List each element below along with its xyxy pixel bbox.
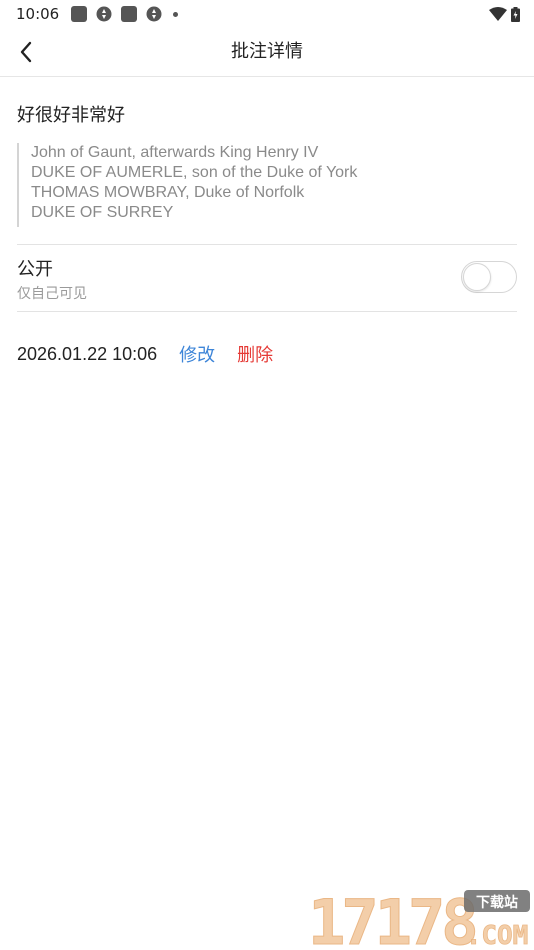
- public-label: 公开: [17, 259, 53, 280]
- notification-sync-icon: [96, 6, 112, 22]
- divider: [17, 311, 517, 312]
- 17178-watermark-logo: 17178 下载站 .COM: [308, 888, 530, 948]
- battery-charging-icon: [511, 6, 520, 22]
- page-title: 批注详情: [231, 41, 303, 62]
- more-notifications-dot-icon: [173, 11, 179, 17]
- private-hint: 仅自己可见: [17, 286, 87, 302]
- status-bar: 10:06: [0, 0, 534, 28]
- notification-sync-icon-2: [146, 6, 162, 22]
- quote-line: DUKE OF SURREY: [31, 204, 174, 221]
- svg-text:下载站: 下载站: [476, 894, 518, 911]
- toggle-knob: [463, 263, 491, 291]
- annotation-datetime: 2026.01.22 10:06: [17, 343, 158, 364]
- nav-bar: 批注详情: [0, 28, 534, 77]
- quote-line: John of Gaunt, afterwards King Henry IV: [31, 144, 319, 161]
- status-time: 10:06: [16, 5, 60, 23]
- wifi-icon: [489, 7, 507, 21]
- notification-app-icon-2: [121, 6, 138, 22]
- delete-button[interactable]: 删除: [237, 341, 273, 367]
- visibility-row: 公开 仅自己可见: [17, 245, 517, 311]
- meta-row: 2026.01.22 10:06 修改 删除: [17, 341, 273, 367]
- quote-line: THOMAS MOWBRAY, Duke of Norfolk: [31, 184, 305, 201]
- edit-button[interactable]: 修改: [179, 341, 215, 367]
- quote-line: DUKE OF AUMERLE, son of the Duke of York: [31, 164, 358, 181]
- quoted-text-block: John of Gaunt, afterwards King Henry IV …: [17, 143, 517, 227]
- svg-text:17178: 17178: [308, 888, 475, 948]
- svg-text:.COM: .COM: [466, 921, 529, 948]
- public-toggle[interactable]: [461, 261, 517, 293]
- notification-app-icon: [71, 6, 88, 22]
- annotation-note: 好很好非常好: [17, 105, 125, 126]
